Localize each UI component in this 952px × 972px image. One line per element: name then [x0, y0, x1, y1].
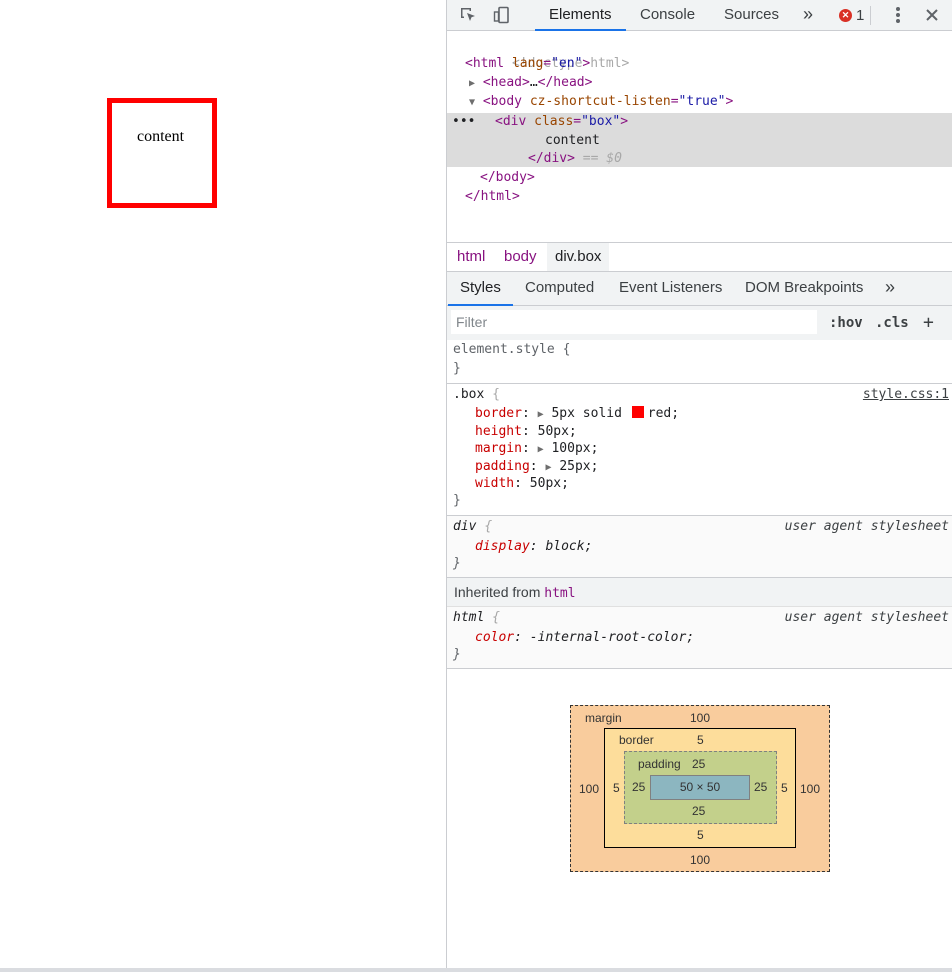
rule-selector: html {	[453, 610, 500, 625]
body-node[interactable]: ▼ <body cz-shortcut-listen="true">	[469, 92, 733, 111]
box-model-padding[interactable]: padding 25 25 25 25 50 × 50	[624, 751, 777, 824]
error-count: 1	[856, 6, 865, 24]
border-left-value[interactable]: 5	[613, 781, 620, 795]
border-right-value[interactable]: 5	[781, 781, 788, 795]
margin-left-value[interactable]: 100	[579, 782, 599, 796]
user-agent-label: user agent stylesheet	[784, 610, 949, 625]
collapse-triangle-icon[interactable]: ▼	[469, 97, 475, 108]
breadcrumb: html body div.box	[447, 242, 952, 272]
more-subtabs-icon[interactable]: »	[873, 272, 907, 306]
rule-close-brace: }	[453, 647, 461, 662]
border-label: border	[619, 733, 654, 747]
div-text-node[interactable]: content	[545, 131, 600, 150]
head-node[interactable]: ▶ <head>…</head>	[469, 73, 592, 92]
window-bottom-edge	[0, 968, 952, 972]
div-close-tag[interactable]: </div> == $0	[528, 149, 622, 168]
error-counter[interactable]: ✕ 1	[839, 6, 864, 24]
device-toolbar-icon[interactable]	[491, 4, 513, 26]
padding-left-value[interactable]: 25	[632, 780, 645, 794]
rule-selector: div {	[453, 519, 493, 534]
hover-state-button[interactable]: :hov	[829, 312, 863, 334]
inherited-tag-link[interactable]: html	[544, 586, 575, 601]
html-node[interactable]: <html lang="en">	[465, 54, 590, 73]
rule-box: .box { style.css:1 border: ▶ 5px solid r…	[447, 384, 952, 516]
page-viewport: content	[0, 0, 446, 968]
decl-color: color: -internal-root-color;	[475, 630, 695, 645]
rule-close-brace: }	[453, 556, 461, 571]
padding-label: padding	[638, 757, 681, 771]
decl-padding[interactable]: padding: ▶ 25px;	[475, 458, 598, 476]
error-icon: ✕	[839, 8, 852, 22]
toolbar-divider	[870, 6, 871, 25]
decl-width[interactable]: width: 50px;	[475, 475, 569, 493]
red-box: content	[107, 98, 217, 208]
decl-margin[interactable]: margin: ▶ 100px;	[475, 440, 598, 458]
expand-triangle-icon: ▶	[537, 409, 544, 420]
box-content-text: content	[137, 128, 185, 145]
kebab-menu-icon[interactable]	[887, 4, 909, 26]
padding-bottom-value[interactable]: 25	[692, 804, 705, 818]
margin-right-value[interactable]: 100	[800, 782, 820, 796]
class-toggle-button[interactable]: .cls	[875, 312, 909, 334]
rule-html-user-agent: html { user agent stylesheet color: -int…	[447, 607, 952, 669]
rule-selector[interactable]: element.style {	[453, 341, 570, 359]
expand-triangle-icon: ▶	[537, 444, 544, 455]
more-tabs-icon[interactable]: »	[789, 0, 827, 31]
margin-label: margin	[585, 711, 622, 725]
padding-top-value[interactable]: 25	[692, 757, 705, 771]
box-model-content[interactable]: 50 × 50	[650, 775, 750, 800]
styles-filter-bar: :hov .cls +	[447, 306, 952, 340]
tab-dom-breakpoints[interactable]: DOM Breakpoints	[733, 272, 875, 306]
html-close-tag[interactable]: </html>	[465, 187, 520, 206]
border-bottom-value[interactable]: 5	[697, 828, 704, 842]
devtools-toolbar: Elements Console Sources » ✕ 1	[447, 0, 952, 31]
body-close-tag[interactable]: </body>	[480, 168, 535, 187]
breadcrumb-div-box[interactable]: div.box	[547, 243, 610, 271]
breadcrumb-body[interactable]: body	[496, 243, 545, 271]
border-top-value[interactable]: 5	[697, 733, 704, 747]
styles-filter-input[interactable]	[451, 310, 817, 334]
tab-styles[interactable]: Styles	[448, 272, 513, 306]
doctype-node[interactable]: <!doctype html>	[465, 35, 629, 71]
margin-bottom-value[interactable]: 100	[690, 853, 710, 867]
node-actions-icon[interactable]: •••	[452, 112, 475, 131]
new-rule-button[interactable]: +	[923, 312, 934, 334]
close-icon[interactable]	[921, 4, 943, 26]
expand-triangle-icon[interactable]: ▶	[469, 78, 475, 89]
rule-element-style: element.style { }	[447, 340, 952, 384]
tab-event-listeners[interactable]: Event Listeners	[607, 272, 734, 306]
tab-sources[interactable]: Sources	[710, 0, 793, 31]
tab-computed[interactable]: Computed	[513, 272, 606, 306]
user-agent-label: user agent stylesheet	[784, 519, 949, 534]
margin-top-value[interactable]: 100	[690, 711, 710, 725]
rule-selector[interactable]: .box {	[453, 386, 500, 404]
box-model-border[interactable]: border 5 5 5 5 padding 25 25 25 25 50 × …	[604, 728, 796, 848]
tab-console[interactable]: Console	[626, 0, 709, 31]
rule-div-user-agent: div { user agent stylesheet display: blo…	[447, 516, 952, 578]
div-box-node[interactable]: <div class="box">	[495, 112, 628, 131]
rule-close-brace: }	[453, 493, 461, 508]
decl-border[interactable]: border: ▶ 5px solid red;	[475, 405, 679, 423]
devtools-panel: Elements Console Sources » ✕ 1 <!doctype…	[446, 0, 952, 968]
inspect-element-icon[interactable]	[457, 4, 479, 26]
decl-height[interactable]: height: 50px;	[475, 423, 577, 441]
styles-subtabs: Styles Computed Event Listeners DOM Brea…	[447, 272, 952, 306]
color-swatch[interactable]	[631, 406, 644, 418]
expand-triangle-icon: ▶	[545, 462, 552, 473]
decl-display: display: block;	[475, 539, 593, 554]
tab-elements[interactable]: Elements	[535, 0, 626, 31]
box-model-margin[interactable]: margin 100 100 100 100 border 5 5 5 5 pa…	[570, 705, 830, 872]
dom-tree: <!doctype html> <html lang="en"> ▶ <head…	[447, 31, 952, 242]
rule-close-brace: }	[453, 361, 461, 376]
breadcrumb-html[interactable]: html	[449, 243, 493, 271]
source-link[interactable]: style.css:1	[863, 386, 949, 404]
padding-right-value[interactable]: 25	[754, 780, 767, 794]
inherited-header: Inherited from html	[447, 578, 952, 607]
